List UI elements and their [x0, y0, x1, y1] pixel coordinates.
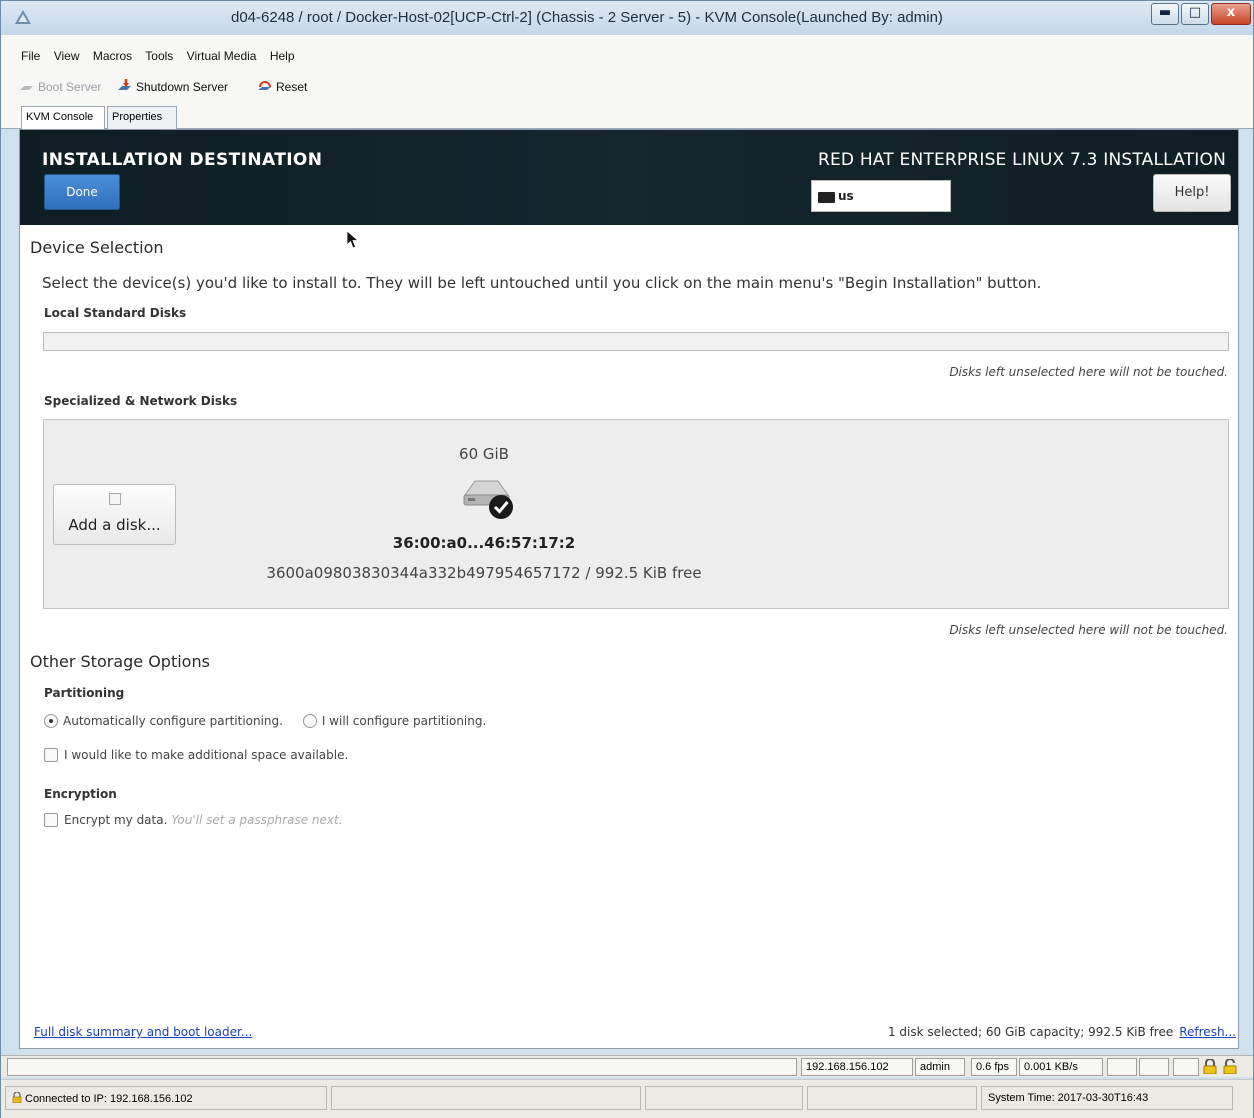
tab-strip: KVM Console Properties — [1, 101, 1253, 129]
local-disks-list — [43, 332, 1229, 351]
toolbar: Boot Server Shutdown Server Reset — [1, 75, 1253, 101]
status-user: admin — [915, 1058, 965, 1076]
product-title: RED HAT ENTERPRISE LINUX 7.3 INSTALLATIO… — [817, 150, 1226, 170]
status-empty-cell-2 — [1139, 1058, 1169, 1076]
mouse-cursor-icon — [346, 230, 360, 249]
connection-lock-icon — [12, 1091, 22, 1104]
status-empty-cell-5 — [645, 1086, 803, 1110]
kvm-console-screen[interactable]: INSTALLATION DESTINATION Done RED HAT EN… — [19, 129, 1239, 1049]
status-rate: 0.001 KB/s — [1019, 1058, 1103, 1076]
additional-space-label: I would like to make additional space av… — [64, 748, 349, 762]
add-disk-label: Add a disk... — [68, 516, 161, 534]
shutdown-server-button[interactable]: Shutdown Server — [117, 79, 228, 94]
close-button[interactable]: x — [1211, 3, 1251, 25]
add-disk-icon — [109, 493, 121, 505]
network-disks-note: Disks left unselected here will not be t… — [949, 623, 1228, 637]
partitioning-heading: Partitioning — [44, 686, 125, 700]
encrypt-checkbox[interactable] — [44, 813, 58, 827]
reset-label: Reset — [276, 80, 308, 94]
auto-partition-label: Automatically configure partitioning. — [63, 714, 283, 728]
menu-file[interactable]: File — [21, 49, 40, 63]
device-selection-heading: Device Selection — [30, 238, 164, 257]
status-empty-cell-4 — [331, 1086, 641, 1110]
installer-header: INSTALLATION DESTINATION Done RED HAT EN… — [20, 130, 1238, 225]
minimize-icon: ▬ — [1158, 5, 1172, 20]
status-empty-cell-6 — [807, 1086, 977, 1110]
disk-detail: 3600a09803830344a332b497954657172 / 992.… — [266, 564, 702, 582]
tab-properties[interactable]: Properties — [107, 106, 177, 129]
reset-icon — [258, 81, 271, 90]
menu-help[interactable]: Help — [270, 49, 295, 63]
minimize-button[interactable]: ▬ — [1151, 3, 1179, 25]
status-fps: 0.6 fps — [971, 1058, 1017, 1076]
lock-closed-icon — [1203, 1059, 1217, 1074]
maximize-icon: □ — [1188, 5, 1202, 20]
keyboard-layout-value: us — [838, 189, 854, 203]
maximize-button[interactable]: □ — [1181, 3, 1209, 25]
disk-summary-status: 1 disk selected; 60 GiB capacity; 992.5 … — [888, 1025, 1236, 1039]
manual-partition-label: I will configure partitioning. — [321, 714, 487, 728]
network-disks-panel: Add a disk... 60 GiB 36:00:a0...46:57:17… — [43, 419, 1229, 609]
boot-server-label: Boot Server — [38, 80, 102, 94]
additional-space-checkbox[interactable] — [44, 748, 58, 762]
encrypt-label: Encrypt my data. — [64, 813, 168, 827]
disk-summary-text: 1 disk selected; 60 GiB capacity; 992.5 … — [887, 1025, 1174, 1039]
encrypt-hint: You'll set a passphrase next. — [171, 813, 343, 827]
connection-status-bar: Connected to IP: 192.168.156.102 System … — [1, 1079, 1253, 1118]
encryption-heading: Encryption — [44, 787, 117, 801]
connection-status: Connected to IP: 192.168.156.102 — [5, 1086, 327, 1110]
add-disk-button[interactable]: Add a disk... — [53, 484, 176, 545]
menu-virtual-media[interactable]: Virtual Media — [187, 49, 257, 63]
shutdown-server-label: Shutdown Server — [136, 80, 229, 94]
local-disks-heading: Local Standard Disks — [44, 306, 187, 320]
disk-identifier: 36:00:a0...46:57:17:2 — [392, 534, 576, 552]
additional-space-option[interactable]: I would like to make additional space av… — [44, 748, 348, 762]
keyboard-icon — [818, 192, 835, 203]
reset-button[interactable]: Reset — [257, 79, 307, 94]
other-storage-heading: Other Storage Options — [30, 652, 210, 671]
partitioning-options: Automatically configure partitioning. I … — [44, 714, 486, 728]
local-disks-note: Disks left unselected here will not be t… — [949, 365, 1228, 379]
lock-open-icon — [1223, 1059, 1237, 1074]
status-empty-cell-1 — [1107, 1058, 1137, 1076]
connection-status-text: Connected to IP: 192.168.156.102 — [25, 1093, 193, 1105]
title-bar[interactable]: d04-6248 / root / Docker-Host-02[UCP-Ctr… — [1, 1, 1253, 35]
menu-tools[interactable]: Tools — [145, 49, 173, 63]
app-icon — [15, 10, 31, 24]
refresh-link[interactable]: Refresh... — [1179, 1025, 1236, 1039]
close-icon: x — [1226, 5, 1236, 20]
help-button[interactable]: Help! — [1153, 174, 1231, 212]
done-button[interactable]: Done — [44, 174, 120, 210]
menu-view[interactable]: View — [54, 49, 80, 63]
encrypt-option[interactable]: Encrypt my data. You'll set a passphrase … — [44, 813, 343, 827]
shutdown-icon — [118, 79, 131, 90]
device-selection-description: Select the device(s) you'd like to insta… — [42, 274, 1042, 292]
keyboard-layout-indicator[interactable]: us — [811, 180, 951, 212]
boot-server-button[interactable]: Boot Server — [19, 79, 101, 94]
status-ip: 192.168.156.102 — [801, 1058, 913, 1076]
disk-size: 60 GiB — [459, 445, 509, 463]
manual-partition-option[interactable]: I will configure partitioning. — [302, 714, 487, 728]
tab-kvm-console[interactable]: KVM Console — [21, 106, 105, 129]
status-message-cell — [7, 1058, 797, 1076]
system-time: System Time: 2017-03-30T16:43 — [981, 1086, 1233, 1110]
network-disks-heading: Specialized & Network Disks — [44, 394, 238, 408]
full-disk-summary-link[interactable]: Full disk summary and boot loader... — [34, 1025, 252, 1039]
auto-partition-option[interactable]: Automatically configure partitioning. — [44, 714, 283, 728]
menu-bar: File View Macros Tools Virtual Media Hel… — [1, 35, 1253, 75]
installer-spoke-title: INSTALLATION DESTINATION — [42, 150, 323, 170]
menu-macros[interactable]: Macros — [93, 49, 132, 63]
status-empty-cell-3 — [1173, 1058, 1199, 1076]
kvm-status-bar: 192.168.156.102 admin 0.6 fps 0.001 KB/s — [1, 1055, 1253, 1077]
kvm-window: d04-6248 / root / Docker-Host-02[UCP-Ctr… — [0, 0, 1254, 1118]
hard-disk-selected-icon[interactable] — [460, 477, 516, 523]
window-title: d04-6248 / root / Docker-Host-02[UCP-Ctr… — [231, 9, 943, 26]
menu-items: File View Macros Tools Virtual Media Hel… — [21, 49, 305, 63]
auto-partition-radio[interactable] — [44, 714, 58, 728]
manual-partition-radio[interactable] — [302, 714, 317, 728]
boot-icon — [20, 86, 33, 90]
